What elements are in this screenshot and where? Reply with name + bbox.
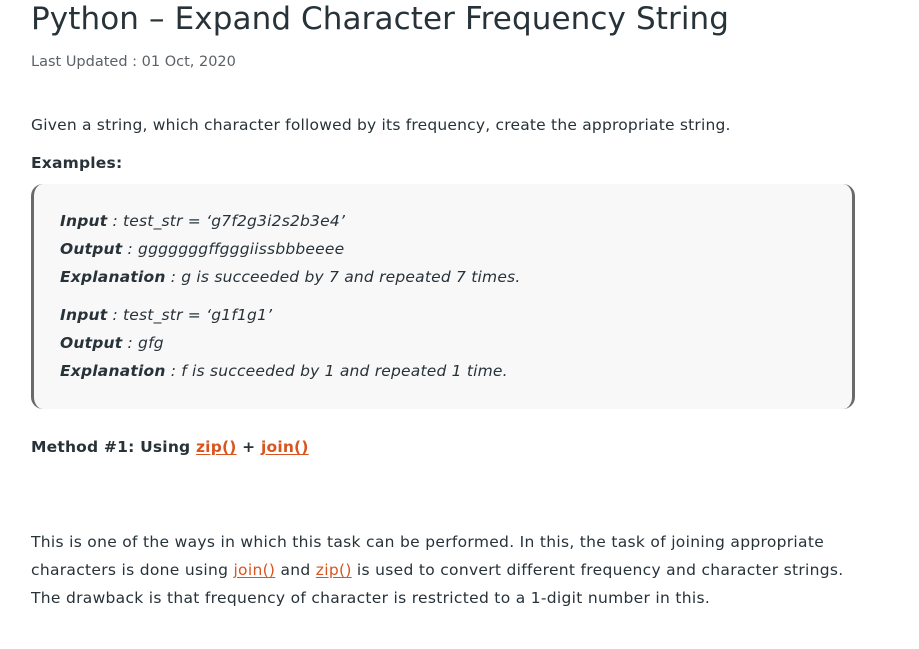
- example-output-line: Output : gfg: [60, 329, 826, 357]
- input-value: : test_str = ‘g1f1g1’: [107, 306, 273, 324]
- input-label: Input: [60, 306, 108, 324]
- output-label: Output: [60, 240, 123, 258]
- explanation-value: : f is succeeded by 1 and repeated 1 tim…: [165, 362, 508, 380]
- zip-link[interactable]: zip(): [196, 438, 237, 456]
- page-title: Python – Expand Character Frequency Stri…: [31, 1, 730, 37]
- output-value: : gggggggffgggiissbbbeeee: [122, 240, 345, 258]
- intro-paragraph: Given a string, which character followed…: [31, 116, 731, 134]
- join-link[interactable]: join(): [233, 561, 275, 579]
- example-1: Input : test_str = ‘g7f2g3i2s2b3e4’ Outp…: [60, 207, 826, 291]
- method-description: This is one of the ways in which this ta…: [31, 528, 861, 612]
- output-value: : gfg: [122, 334, 164, 352]
- examples-heading: Examples:: [31, 154, 123, 172]
- explanation-label: Explanation: [60, 268, 166, 286]
- example-input-line: Input : test_str = ‘g1f1g1’: [60, 301, 826, 329]
- description-text-2: and: [275, 561, 316, 579]
- method-joiner: +: [236, 438, 261, 456]
- explanation-value: : g is succeeded by 7 and repeated 7 tim…: [165, 268, 521, 286]
- zip-link[interactable]: zip(): [316, 561, 352, 579]
- output-label: Output: [60, 334, 123, 352]
- article: Python – Expand Character Frequency Stri…: [31, 0, 861, 612]
- join-link[interactable]: join(): [261, 438, 309, 456]
- example-input-line: Input : test_str = ‘g7f2g3i2s2b3e4’: [60, 207, 826, 235]
- input-label: Input: [60, 212, 108, 230]
- explanation-label: Explanation: [60, 362, 166, 380]
- method-heading: Method #1: Using zip() + join(): [31, 436, 861, 458]
- example-2: Input : test_str = ‘g1f1g1’ Output : gfg…: [60, 301, 826, 385]
- example-explanation-line: Explanation : f is succeeded by 1 and re…: [60, 357, 826, 385]
- example-explanation-line: Explanation : g is succeeded by 7 and re…: [60, 263, 826, 291]
- method-prefix: Method #1: Using: [31, 438, 196, 456]
- example-output-line: Output : gggggggffgggiissbbbeeee: [60, 235, 826, 263]
- last-updated-date: Last Updated : 01 Oct, 2020: [31, 54, 236, 70]
- example-box: Input : test_str = ‘g7f2g3i2s2b3e4’ Outp…: [31, 184, 855, 409]
- input-value: : test_str = ‘g7f2g3i2s2b3e4’: [107, 212, 346, 230]
